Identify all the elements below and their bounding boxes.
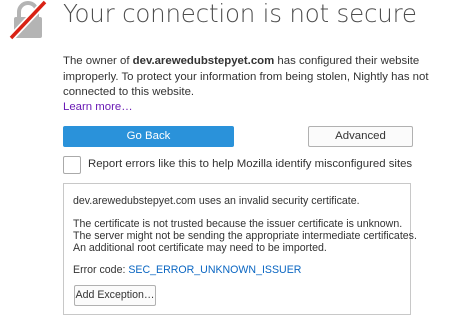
error-code-line: Error code: SEC_ERROR_UNKNOWN_ISSUER	[73, 264, 301, 276]
broken-lock-icon	[8, 0, 48, 41]
details-summary: dev.arewedubstepyet.com uses an invalid …	[73, 195, 360, 207]
add-exception-button[interactable]: Add Exception…	[74, 285, 156, 306]
go-back-button[interactable]: Go Back	[63, 126, 234, 147]
learn-more-link[interactable]: Learn more…	[63, 101, 133, 113]
report-errors-checkbox[interactable]	[63, 156, 81, 174]
details-reason-3: An additional root certificate may need …	[73, 242, 327, 254]
details-reason-1: The certificate is not trusted because t…	[73, 218, 403, 230]
advanced-details-panel: dev.arewedubstepyet.com uses an invalid …	[63, 183, 417, 315]
error-code-link[interactable]: SEC_ERROR_UNKNOWN_ISSUER	[128, 264, 301, 276]
page-title: Your connection is not secure	[63, 0, 417, 28]
advanced-button[interactable]: Advanced	[308, 126, 413, 147]
details-reason-2: The server might not be sending the appr…	[73, 230, 417, 242]
report-errors-label: Report errors like this to help Mozilla …	[88, 158, 413, 170]
site-domain: dev.arewedubstepyet.com	[132, 55, 275, 67]
desc-prefix: The owner of	[63, 55, 133, 67]
error-code-label: Error code:	[73, 264, 129, 276]
error-description: The owner of dev.arewedubstepyet.com has…	[63, 54, 458, 101]
